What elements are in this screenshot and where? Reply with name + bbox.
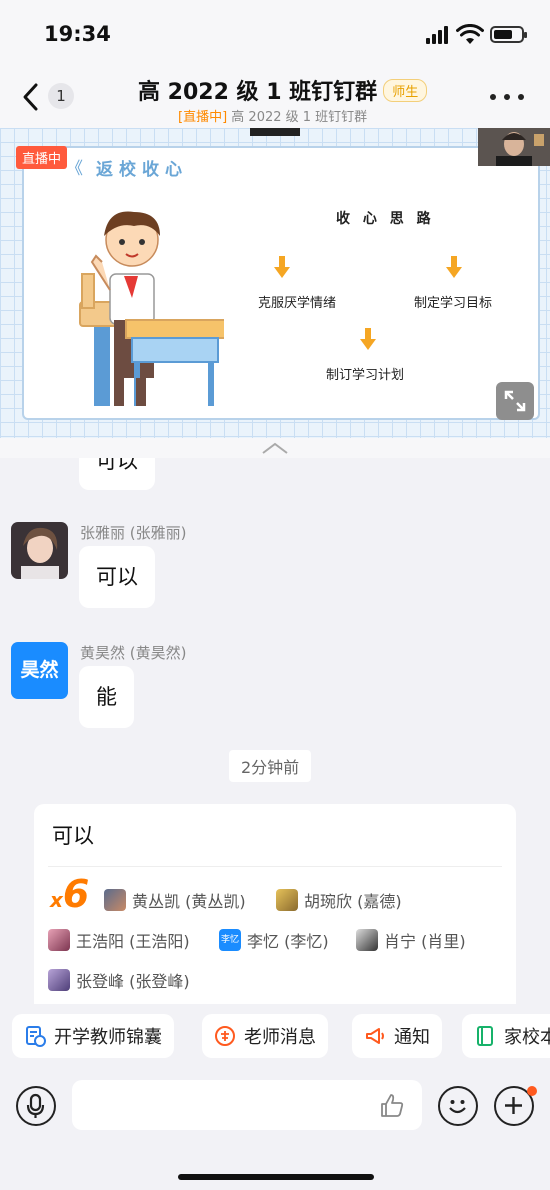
quick-action-label: 通知 bbox=[394, 1027, 430, 1048]
member-item[interactable]: 王浩阳 (王浩阳) bbox=[48, 928, 190, 952]
member-item[interactable]: 黄丛凯 (黄丛凯) bbox=[104, 888, 246, 912]
message-bubble[interactable]: 能 bbox=[79, 666, 134, 728]
member-name: 李忆 (李忆) bbox=[247, 932, 329, 951]
status-bar: 19:34 bbox=[0, 0, 550, 66]
wifi-icon bbox=[456, 24, 484, 44]
member-avatar bbox=[48, 969, 70, 991]
unread-count-badge[interactable]: 1 bbox=[48, 83, 74, 109]
emoji-button[interactable] bbox=[438, 1086, 478, 1126]
down-arrow-icon bbox=[360, 328, 376, 352]
subtitle-live-label: [直播中] bbox=[178, 110, 228, 125]
fullscreen-button[interactable] bbox=[496, 382, 534, 420]
quick-action-label: 老师消息 bbox=[244, 1027, 316, 1048]
member-name: 王浩阳 (王浩阳) bbox=[76, 932, 190, 951]
count-prefix: x bbox=[50, 888, 63, 912]
member-avatar bbox=[356, 929, 378, 951]
notification-dot bbox=[527, 1086, 537, 1096]
down-arrow-icon bbox=[274, 256, 290, 280]
quick-actions-bar[interactable]: 开学教师锦囊 老师消息 通知 家校本 bbox=[0, 1004, 550, 1070]
quick-action-label: 家校本 bbox=[504, 1027, 550, 1048]
notebook-icon bbox=[477, 1026, 493, 1046]
quick-action-label: 开学教师锦囊 bbox=[54, 1027, 162, 1048]
message-bubble[interactable]: 可以 bbox=[79, 546, 155, 608]
member-avatar bbox=[48, 929, 70, 951]
member-avatar-initials: 李忆 bbox=[220, 935, 239, 945]
plus-one-card[interactable]: 可以 x6 黄丛凯 (黄丛凯) 胡琬欣 (嘉德) 王浩阳 (王浩阳) 李忆 李忆… bbox=[34, 804, 516, 1004]
quick-action-teacher-messages[interactable]: 老师消息 bbox=[202, 1014, 328, 1058]
slide-item: 制订学习计划 bbox=[326, 368, 405, 383]
slide-title: 返校收心 bbox=[96, 160, 188, 180]
plus-one-text: 可以 bbox=[52, 824, 94, 848]
emoji-icon bbox=[449, 1100, 466, 1114]
quick-action-home-school[interactable]: 家校本 bbox=[462, 1014, 550, 1058]
plus-one-count: x6 bbox=[50, 872, 89, 916]
home-indicator bbox=[178, 1174, 374, 1180]
slide-item: 克服厌学情绪 bbox=[258, 296, 337, 311]
student-illustration bbox=[79, 211, 224, 406]
chat-subtitle[interactable]: [直播中] 高 2022 级 1 班钉钉群 bbox=[178, 106, 367, 125]
message-input[interactable] bbox=[72, 1080, 422, 1130]
member-name: 黄丛凯 (黄丛凯) bbox=[132, 892, 246, 911]
member-item[interactable]: 肖宁 (肖里) bbox=[356, 928, 466, 952]
thumbs-up-icon[interactable] bbox=[378, 1092, 406, 1120]
sender-name: 张雅丽 (张雅丽) bbox=[80, 524, 187, 542]
message-input-bar bbox=[0, 1070, 550, 1190]
chat-title: 高 2022 级 1 班钉钉群 bbox=[138, 80, 378, 105]
down-arrow-icon bbox=[446, 256, 462, 280]
member-name: 肖宁 (肖里) bbox=[384, 932, 466, 951]
role-tag: 师生 bbox=[383, 78, 428, 102]
quick-action-teacher-kit[interactable]: 开学教师锦囊 bbox=[12, 1014, 174, 1058]
slide-heading: 收 心 思 路 bbox=[336, 211, 435, 227]
chat-title-row[interactable]: 高 2022 级 1 班钉钉群 师生 bbox=[138, 74, 428, 106]
cellular-signal-icon bbox=[426, 26, 452, 44]
battery-icon bbox=[490, 26, 527, 43]
member-avatar bbox=[104, 889, 126, 911]
slide-content: 《 返校收心 收 心 思 路 克服厌学情绪 制定学习目标 制订学习计划 bbox=[22, 146, 540, 420]
member-name: 张登峰 (张登峰) bbox=[76, 972, 190, 991]
microphone-icon bbox=[26, 1093, 45, 1118]
back-chevron-icon[interactable] bbox=[18, 80, 48, 114]
divider bbox=[48, 866, 502, 867]
expand-icon bbox=[504, 390, 526, 412]
member-name: 胡琬欣 (嘉德) bbox=[304, 892, 402, 911]
status-time: 19:34 bbox=[44, 22, 111, 46]
plus-icon bbox=[505, 1097, 522, 1114]
chat-header: 1 高 2022 级 1 班钉钉群 师生 [直播中] 高 2022 级 1 班钉… bbox=[0, 66, 550, 128]
count-value: 6 bbox=[62, 872, 90, 916]
member-avatar bbox=[276, 889, 298, 911]
member-item[interactable]: 李忆 李忆 (李忆) bbox=[219, 928, 329, 952]
subtitle-text: 高 2022 级 1 班钉钉群 bbox=[231, 110, 368, 125]
member-item[interactable]: 张登峰 (张登峰) bbox=[48, 968, 190, 992]
more-options-icon[interactable] bbox=[490, 94, 524, 100]
message-list[interactable]: 可以 张雅丽 (张雅丽) 可以 昊然 黄昊然 (黄昊然) 能 2分钟前 可以 x… bbox=[0, 458, 550, 1004]
live-badge: 直播中 bbox=[16, 146, 68, 169]
doc-clock-icon bbox=[26, 1026, 46, 1047]
chevron-up-icon bbox=[262, 442, 288, 454]
quick-action-notice[interactable]: 通知 bbox=[352, 1014, 442, 1058]
live-stream-view[interactable]: 《 返校收心 收 心 思 路 克服厌学情绪 制定学习目标 制订学习计划 直播中 bbox=[0, 128, 550, 438]
avatar[interactable]: 昊然 bbox=[11, 642, 68, 699]
camera-person-image bbox=[478, 128, 550, 166]
message-bubble[interactable]: 可以 bbox=[79, 458, 155, 490]
teacher-camera-view[interactable] bbox=[478, 128, 550, 166]
slide-item: 制定学习目标 bbox=[414, 296, 493, 311]
user-photo-avatar bbox=[11, 522, 68, 579]
sender-name: 黄昊然 (黄昊然) bbox=[80, 644, 187, 662]
teacher-icon bbox=[215, 1026, 235, 1046]
member-avatar: 李忆 bbox=[219, 929, 241, 951]
collapse-live-handle[interactable] bbox=[0, 438, 550, 458]
avatar[interactable] bbox=[11, 522, 68, 579]
megaphone-icon bbox=[366, 1028, 384, 1044]
slide-title-mark-icon: 《 bbox=[66, 159, 83, 179]
member-item[interactable]: 胡琬欣 (嘉德) bbox=[276, 888, 402, 912]
slide-top-bar bbox=[250, 128, 300, 136]
time-divider: 2分钟前 bbox=[229, 750, 312, 782]
avatar-initials: 昊然 bbox=[20, 659, 59, 681]
voice-button[interactable] bbox=[16, 1086, 56, 1126]
